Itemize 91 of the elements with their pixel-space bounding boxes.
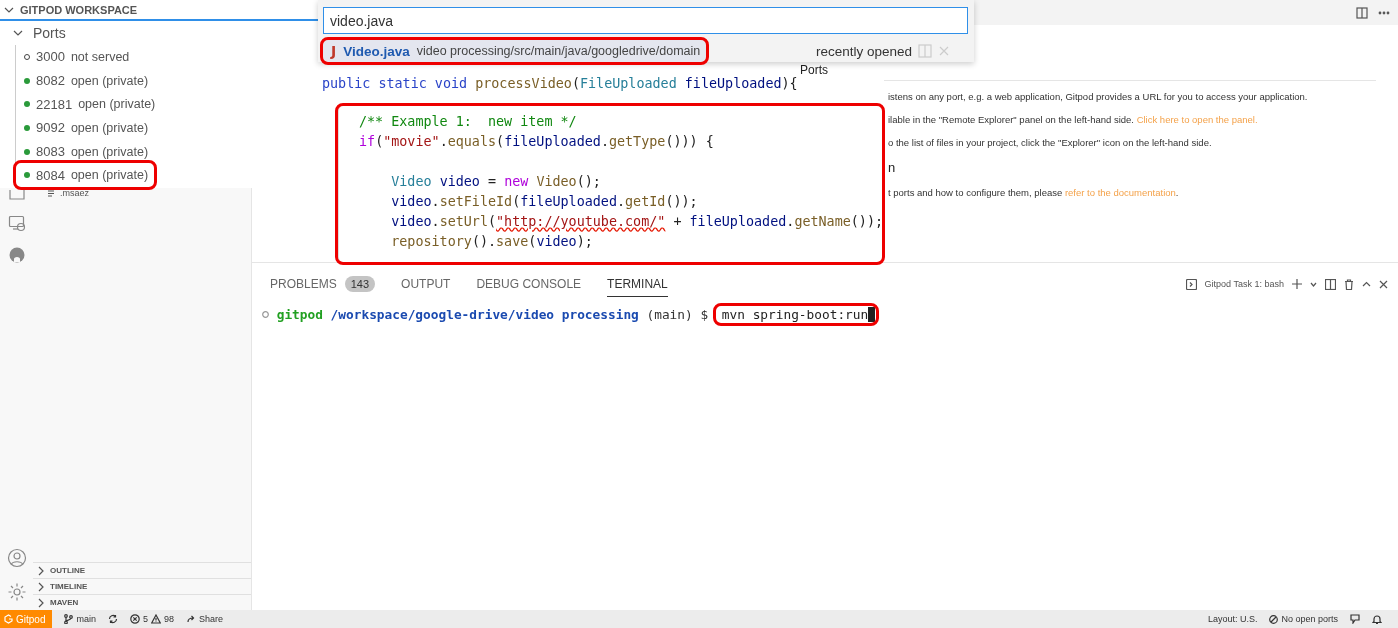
port-number: 3000 <box>36 49 65 65</box>
count-badge: 143 <box>344 275 376 292</box>
terminal-user: gitpod <box>276 306 323 322</box>
port-item[interactable]: 8083 open (private) <box>16 139 155 164</box>
port-item[interactable]: 9092 open (private) <box>16 116 155 140</box>
code-line: video.setFileId(fileUploaded.getId()); <box>390 193 698 211</box>
section-title: MAVEN <box>50 598 79 607</box>
prompt-circle-icon <box>262 310 269 318</box>
port-status: open (private) <box>70 168 149 183</box>
paragraph: o the list of files in your project, click the "Explorer" icon on the left-hand side. <box>888 137 1213 148</box>
chevron-icon[interactable] <box>36 597 46 608</box>
terminal-branch: (main) <box>646 306 693 322</box>
section-header[interactable]: TIMELINE <box>33 578 251 594</box>
gitpod-icon <box>4 614 13 624</box>
split-editor-icon[interactable] <box>1356 6 1368 19</box>
terminal-command: mvn spring-boot:run <box>715 305 877 323</box>
warning-count: 98 <box>164 614 174 624</box>
chevron-down-icon[interactable] <box>1310 280 1317 288</box>
file-name[interactable]: .msaez <box>60 188 89 198</box>
error-count: 5 <box>143 614 148 624</box>
port-status: open (private) <box>78 97 156 112</box>
paragraph: ilable in the "Remote Explorer" panel on the left-hand side. Click here to open the panel. <box>888 114 1259 125</box>
port-item[interactable]: 3000 not served <box>16 45 136 69</box>
feedback-icon[interactable] <box>1350 614 1360 624</box>
trash-icon[interactable] <box>1344 278 1354 290</box>
port-status: open (private) <box>70 120 149 135</box>
bell-icon[interactable] <box>1372 614 1382 624</box>
chevron-up-icon[interactable] <box>1362 279 1371 289</box>
section-title: OUTLINE <box>50 566 86 575</box>
section-heading: n <box>888 160 897 175</box>
settings-icon[interactable] <box>6 582 27 602</box>
section-header[interactable]: OUTLINE <box>33 562 251 578</box>
warning-icon <box>151 614 161 624</box>
ports-button[interactable]: No open ports <box>1269 614 1338 624</box>
branch-button[interactable]: main <box>64 614 96 624</box>
code-line: repository().save(video); <box>390 233 593 251</box>
code-line: /** Example 1: new item */ <box>359 113 577 131</box>
paragraph: istens on any port, e.g. a web application, Gitpod provides a URL for you to access your application. <box>888 91 1309 102</box>
plus-icon[interactable] <box>1292 279 1302 289</box>
chevron-icon[interactable] <box>36 565 46 576</box>
port-status: open (private) <box>70 144 149 159</box>
chevron-icon[interactable] <box>36 581 46 592</box>
terminal-path: /workspace/google-drive/video processing <box>330 306 639 322</box>
view-title: GITPOD WORKSPACE <box>20 3 138 16</box>
port-number: 8082 <box>36 73 65 89</box>
panel-tab[interactable]: PROBLEMS 143 <box>270 271 376 297</box>
port-status: open (private) <box>70 73 149 88</box>
port-status: not served <box>70 49 130 64</box>
code-line: Video video = new Video(); <box>390 173 601 191</box>
file-name: Video.java <box>343 43 410 59</box>
terminal-name[interactable]: Gitpod Task 1: bash <box>1204 279 1284 289</box>
sync-icon[interactable] <box>108 614 118 624</box>
port-item[interactable]: 8084 open (private) <box>16 163 155 188</box>
branch-icon <box>64 614 74 624</box>
file-path: video processing/src/main/java/googledrive/domain <box>416 44 701 58</box>
code-line: if("movie".equals(fileUploaded.getType())) { <box>359 133 714 151</box>
code-line: video.setUrl("http://youtube.com/" + fileUploaded.getName()); <box>390 213 884 231</box>
port-number: 22181 <box>36 96 73 112</box>
account-icon[interactable] <box>6 548 27 568</box>
port-number: 8083 <box>36 144 65 160</box>
port-item[interactable]: 22181 open (private) <box>16 92 162 117</box>
panel-tab[interactable]: OUTPUT <box>401 271 451 297</box>
panel-tab[interactable]: DEBUG CONSOLE <box>476 271 582 297</box>
file-icon <box>47 188 55 198</box>
terminal-icon <box>1185 278 1197 290</box>
close-icon[interactable] <box>1379 279 1388 289</box>
paragraph: t ports and how to configure them, please refer to the documentation. <box>888 187 1180 198</box>
java-file-icon: J <box>331 43 337 59</box>
keyboard-layout-button[interactable]: Layout: U.S. <box>1207 614 1258 624</box>
section-title: TIMELINE <box>50 582 88 591</box>
cursor <box>868 306 876 322</box>
chevron-icon[interactable] <box>13 28 23 38</box>
no-entry-icon <box>1269 614 1279 624</box>
github-icon[interactable] <box>7 246 26 264</box>
prompt-symbol: $ <box>700 306 709 322</box>
code-line: public static void processVideo(FileUploaded fileUploaded){ <box>322 75 798 93</box>
panel-tab[interactable]: TERMINAL <box>607 271 668 297</box>
result-label: recently opened <box>815 43 912 59</box>
error-icon <box>130 614 140 624</box>
split-terminal-icon[interactable] <box>1325 278 1336 290</box>
port-number: 9092 <box>36 120 65 136</box>
page-title: Ports <box>800 64 828 77</box>
problems-button[interactable]: 5 98 <box>130 614 174 624</box>
search-result[interactable]: J Video.java video processing/src/main/java/googledrive/domain <box>323 40 707 62</box>
share-icon <box>186 614 196 624</box>
port-number: 8084 <box>36 167 65 183</box>
monitor-icon[interactable] <box>7 214 26 232</box>
search-field[interactable]: video.java <box>323 7 968 34</box>
port-item[interactable]: 8082 open (private) <box>16 68 155 93</box>
section-title[interactable]: Ports <box>33 25 66 41</box>
share-button[interactable]: Share <box>186 614 224 624</box>
